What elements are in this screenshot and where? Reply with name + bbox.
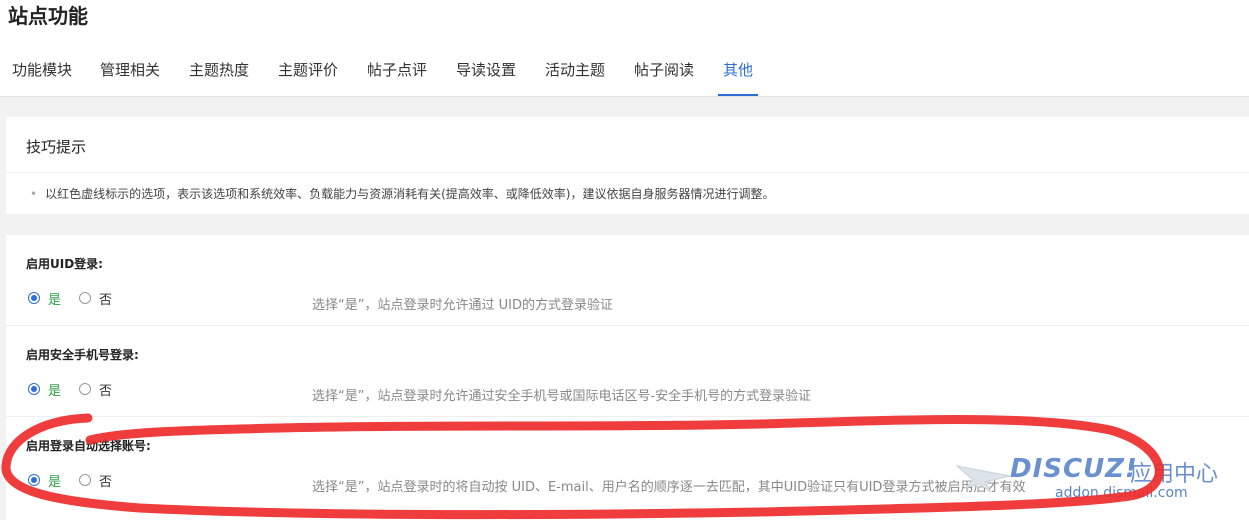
setting-row-mobile-login: 启用安全手机号登录: 是 否 选择“是”，站点登录时允许通过安全手机号或国际电话… — [6, 326, 1249, 417]
tab-thread-rating[interactable]: 主题评价 — [278, 56, 338, 96]
tab-function-modules[interactable]: 功能模块 — [12, 56, 72, 96]
tab-other[interactable]: 其他 — [718, 56, 759, 96]
watermark-cn: 应用中心 — [1130, 462, 1219, 487]
setting-description: 选择“是”，站点登录时允许通过安全手机号或国际电话区号-安全手机号的方式登录验证 — [312, 389, 812, 404]
tab-thread-heat[interactable]: 主题热度 — [189, 56, 249, 96]
radio-yes[interactable] — [28, 383, 40, 395]
watermark-logo: DISCUZ! — [1010, 454, 1138, 484]
divider — [6, 172, 1249, 173]
setting-label: 启用安全手机号登录: — [26, 348, 139, 362]
radio-no[interactable] — [79, 474, 91, 486]
radio-no[interactable] — [79, 292, 91, 304]
setting-label: 启用登录自动选择账号: — [26, 439, 151, 453]
tab-post-comments[interactable]: 帖子点评 — [367, 56, 427, 96]
radio-yes-label[interactable]: 是 — [48, 471, 61, 490]
watermark: DISCUZ! 应用中心 addon.dismall.com — [955, 452, 1245, 507]
setting-row-uid-login: 启用UID登录: 是 否 选择“是”，站点登录时允许通过 UID的方式登录验证 — [6, 235, 1249, 326]
plane-icon — [955, 465, 1011, 493]
setting-description: 选择“是”，站点登录时允许通过 UID的方式登录验证 — [312, 298, 613, 313]
tips-title: 技巧提示 — [26, 138, 87, 156]
top-header: 站点功能 功能模块 管理相关 主题热度 主题评价 帖子点评 导读设置 活动主题 … — [0, 0, 1249, 97]
radio-no[interactable] — [79, 383, 91, 395]
page-title: 站点功能 — [8, 4, 88, 28]
radio-yes-label[interactable]: 是 — [48, 380, 61, 399]
radio-no-label[interactable]: 否 — [99, 289, 112, 308]
tab-post-reading[interactable]: 帖子阅读 — [634, 56, 694, 96]
radio-no-label[interactable]: 否 — [99, 380, 112, 399]
setting-description: 选择“是”，站点登录时的将自动按 UID、E-mail、用户名的顺序逐一去匹配，… — [312, 480, 1026, 495]
setting-label: 启用UID登录: — [26, 257, 103, 271]
radio-no-label[interactable]: 否 — [99, 471, 112, 490]
radio-yes[interactable] — [28, 292, 40, 304]
radio-yes[interactable] — [28, 474, 40, 486]
tips-text: 以红色虚线标示的选项，表示该选项和系统效率、负载能力与资源消耗有关(提高效率、或… — [45, 187, 775, 201]
tab-management[interactable]: 管理相关 — [100, 56, 160, 96]
watermark-url: addon.dismall.com — [1055, 485, 1188, 501]
tips-text-line: • 以红色虚线标示的选项，表示该选项和系统效率、负载能力与资源消耗有关(提高效率、… — [30, 185, 774, 202]
radio-yes-label[interactable]: 是 — [48, 289, 61, 308]
tab-guide-settings[interactable]: 导读设置 — [456, 56, 516, 96]
tab-activity-threads[interactable]: 活动主题 — [545, 56, 605, 96]
tips-panel: 技巧提示 • 以红色虚线标示的选项，表示该选项和系统效率、负载能力与资源消耗有关(… — [6, 117, 1249, 214]
bullet-icon: • — [30, 187, 38, 201]
